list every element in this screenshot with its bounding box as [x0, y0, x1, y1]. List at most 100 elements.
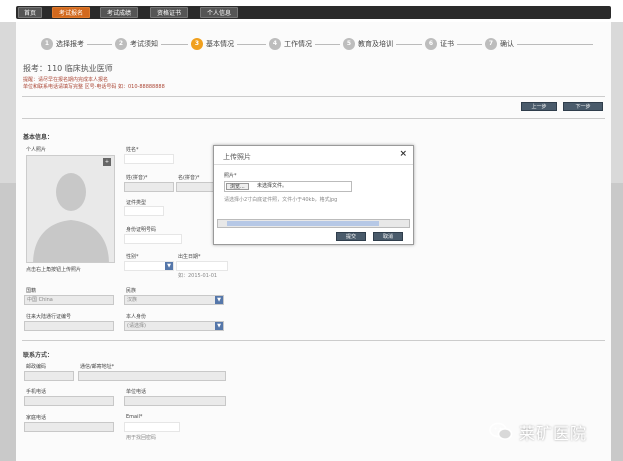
birth-date-field[interactable]	[176, 261, 228, 271]
email-label: Email*	[126, 414, 143, 420]
address-field[interactable]	[78, 371, 226, 381]
divider	[22, 96, 605, 97]
divider	[22, 340, 605, 341]
next-button[interactable]: 下一步	[563, 102, 603, 111]
ethnicity-label: 民族	[126, 288, 137, 294]
wechat-icon	[489, 422, 513, 442]
dialog-title: 上传照片	[223, 153, 251, 161]
email-field[interactable]	[124, 422, 180, 432]
reminder-note: 提醒：请尽早在报名期内完成本人报名	[23, 77, 109, 83]
name-field[interactable]	[124, 154, 174, 164]
step-certificate[interactable]: 6 证书	[422, 36, 457, 51]
tab-home[interactable]: 首页	[18, 7, 42, 18]
section-basic-info: 基本信息：	[23, 134, 54, 141]
upload-photo-button[interactable]: +	[103, 158, 111, 166]
step-education[interactable]: 5 教育及培训	[340, 36, 396, 51]
mobile-field[interactable]	[24, 396, 114, 406]
birth-date-hint: 如：2015-01-01	[178, 273, 218, 279]
step-number: 5	[343, 37, 355, 50]
dialog-divider	[214, 164, 413, 165]
zip-field[interactable]	[24, 371, 74, 381]
divider	[22, 118, 605, 119]
browse-button[interactable]: 浏览...	[226, 183, 249, 190]
gender-select[interactable]: ▼	[124, 261, 174, 271]
nationality-label: 国籍	[26, 288, 37, 294]
step-number: 1	[41, 37, 53, 50]
upload-photo-dialog: 上传照片 × 照片* 浏览... 未选择文件。 请选择小2寸白底证件照，文件小于…	[213, 145, 414, 245]
photo-placeholder[interactable]: +	[26, 155, 115, 263]
ethnicity-select[interactable]: 汉族 ▼	[124, 295, 224, 305]
step-number: 6	[425, 37, 437, 50]
step-number: 4	[269, 37, 281, 50]
address-label: 通信/邮寄地址*	[80, 364, 115, 370]
step-label: 考试须知	[130, 39, 158, 48]
step-work-info[interactable]: 4 工作情况	[266, 36, 315, 51]
passport-label: 往来大陆通行证编号	[26, 314, 72, 320]
section-contact: 联系方式：	[23, 352, 54, 359]
email-hint: 用于找回密码	[126, 435, 157, 441]
progress-stepper: 1 选择报考 2 考试须知 3 基本情况 4 工作情况 5 教育及培训 6 证书…	[16, 33, 611, 55]
submit-button[interactable]: 提交	[336, 232, 366, 241]
step-label: 基本情况	[206, 39, 234, 48]
step-select-exam[interactable]: 1 选择报考	[38, 36, 87, 51]
passport-field[interactable]	[24, 321, 114, 331]
id-type-select[interactable]	[124, 206, 164, 216]
work-phone-field[interactable]	[124, 396, 226, 406]
tab-exam-registration[interactable]: 考试报名	[52, 7, 90, 18]
surname-pinyin-field[interactable]	[124, 182, 174, 192]
no-file-text: 未选择文件。	[257, 183, 288, 189]
nationality-field: 中国 China	[24, 295, 114, 305]
chevron-down-icon: ▼	[215, 322, 223, 330]
birth-date-label: 出生日期*	[178, 254, 201, 260]
given-name-pinyin-label: 名(拼音)*	[178, 175, 200, 181]
phone-format-note: 单位和联系电话请填写完整 区号-电话号码 如：010-88888888	[23, 84, 165, 90]
scrollbar-thumb[interactable]	[227, 221, 379, 226]
step-confirm[interactable]: 7 确认	[482, 36, 517, 51]
dialog-photo-label: 照片*	[224, 173, 237, 179]
id-number-label: 身份证明号码	[126, 227, 157, 233]
watermark: 莱矿医院	[489, 420, 587, 444]
step-label: 选择报考	[56, 39, 84, 48]
step-exam-notice[interactable]: 2 考试须知	[112, 36, 161, 51]
tab-personal-info[interactable]: 个人信息	[200, 7, 238, 18]
prev-button[interactable]: 上一步	[521, 102, 557, 111]
step-basic-info[interactable]: 3 基本情况	[188, 36, 237, 51]
identity-value: (请选择)	[127, 323, 146, 329]
top-nav: 首页 考试报名 考试成绩 资格证书 个人信息	[0, 0, 623, 22]
identity-label: 本人身份	[126, 314, 147, 320]
close-icon[interactable]: ×	[399, 149, 407, 159]
file-input[interactable]: 浏览... 未选择文件。	[224, 181, 352, 192]
work-phone-label: 单位电话	[126, 389, 147, 395]
step-label: 证书	[440, 39, 454, 48]
photo-label: 个人照片	[26, 147, 47, 153]
watermark-text: 莱矿医院	[519, 424, 588, 443]
right-backdrop	[610, 183, 623, 461]
name-label: 姓名*	[126, 147, 139, 153]
step-label: 确认	[500, 39, 514, 48]
zip-label: 邮政编码	[26, 364, 47, 370]
cancel-button[interactable]: 取消	[373, 232, 403, 241]
page-title: 报考：110 临床执业医师	[23, 64, 113, 73]
mobile-label: 手机电话	[26, 389, 47, 395]
chevron-down-icon: ▼	[215, 296, 223, 304]
left-backdrop	[0, 183, 16, 461]
step-label: 教育及培训	[358, 39, 393, 48]
photo-upload-hint: 点击右上角按钮上传照片	[26, 267, 82, 273]
chevron-down-icon: ▼	[165, 262, 173, 270]
gender-label: 性别*	[126, 254, 139, 260]
home-phone-label: 家庭电话	[26, 415, 47, 421]
tab-exam-results[interactable]: 考试成绩	[100, 7, 138, 18]
horizontal-scrollbar[interactable]	[217, 219, 410, 228]
home-phone-field[interactable]	[24, 422, 114, 432]
id-type-label: 证件类型	[126, 200, 147, 206]
step-number: 3	[191, 37, 203, 50]
step-number: 2	[115, 37, 127, 50]
tab-certificate[interactable]: 资格证书	[150, 7, 188, 18]
surname-pinyin-label: 姓(拼音)*	[126, 175, 148, 181]
id-number-field[interactable]	[124, 234, 182, 244]
person-silhouette-icon	[27, 156, 114, 262]
identity-select[interactable]: (请选择) ▼	[124, 321, 224, 331]
upload-requirements-hint: 请选择小2寸白底证件照，文件小于40kb，格式jpg	[224, 197, 338, 203]
ethnicity-value: 汉族	[127, 297, 138, 303]
step-label: 工作情况	[284, 39, 312, 48]
